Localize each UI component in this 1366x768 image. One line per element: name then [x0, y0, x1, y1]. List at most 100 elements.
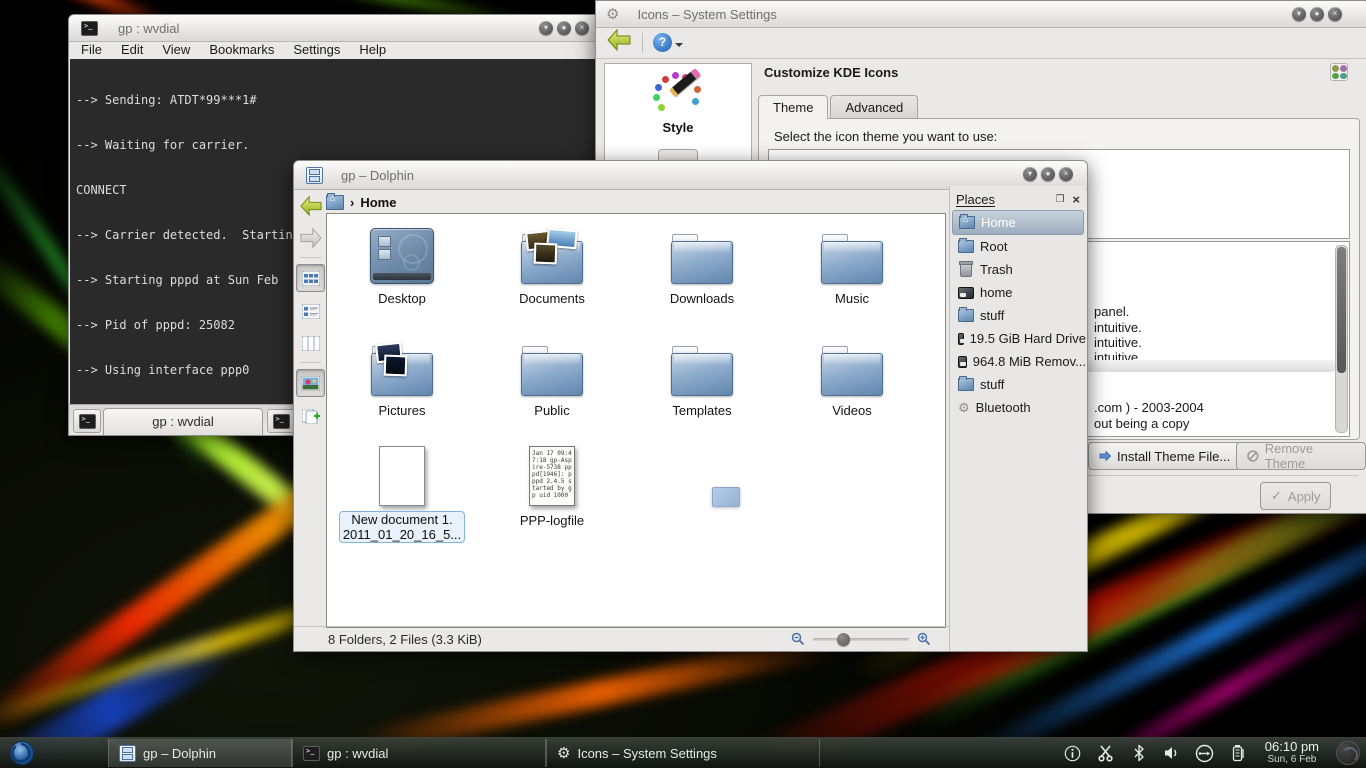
remove-theme-button[interactable]: Remove Theme: [1236, 442, 1366, 470]
tab-advanced[interactable]: Advanced: [830, 95, 918, 119]
folder-icon: [958, 240, 974, 253]
style-icon: [652, 74, 704, 118]
place-hard-drive[interactable]: 19.5 GiB Hard Drive: [950, 327, 1086, 350]
description-scrollbar[interactable]: [1335, 245, 1348, 433]
minimize-button[interactable]: ▾: [539, 21, 553, 35]
crumb-separator: ›: [350, 195, 354, 210]
minimize-button[interactable]: ▾: [1023, 167, 1037, 181]
float-panel-icon[interactable]: ❐: [1055, 194, 1064, 205]
place-trash[interactable]: Trash: [950, 258, 1086, 281]
info-icon[interactable]: [1063, 743, 1083, 763]
bluetooth-icon[interactable]: [1129, 743, 1149, 763]
back-button[interactable]: [297, 193, 324, 219]
tab-theme[interactable]: Theme: [758, 95, 828, 119]
task-wvdial[interactable]: gp : wvdial: [292, 739, 546, 767]
menu-settings[interactable]: Settings: [293, 42, 340, 57]
description-fragment: intuitive.: [1094, 320, 1142, 335]
zoom-out-icon[interactable]: [791, 632, 805, 646]
zoom-slider-handle[interactable]: [837, 633, 850, 646]
file-item-videos[interactable]: Videos: [777, 334, 927, 418]
zoom-in-icon[interactable]: [917, 632, 931, 646]
menu-file[interactable]: File: [81, 42, 102, 57]
file-item-pictures[interactable]: Pictures: [327, 334, 477, 418]
file-item-new-document[interactable]: New document 1. 2011_01_20_16_5...: [327, 436, 477, 544]
split-view-button[interactable]: [297, 403, 324, 429]
check-icon: ✓: [1271, 488, 1282, 504]
dolphin-window-title: gp – Dolphin: [341, 168, 414, 183]
dolphin-icon: [306, 167, 323, 184]
volume-icon[interactable]: [1162, 743, 1182, 763]
settings-titlebar[interactable]: ⚙ Icons – System Settings ▾ ● ×: [596, 1, 1366, 28]
maximize-button[interactable]: ●: [1310, 7, 1324, 21]
panel-cashew-icon[interactable]: [1336, 741, 1360, 765]
columns-view-button[interactable]: [297, 330, 324, 356]
clock[interactable]: 06:10 pm Sun, 6 Feb: [1265, 740, 1319, 766]
close-button[interactable]: ×: [1059, 167, 1073, 181]
place-home-drive[interactable]: home: [950, 281, 1086, 304]
file-item-music[interactable]: Music: [777, 222, 927, 306]
file-item-downloads[interactable]: Downloads: [627, 222, 777, 306]
settings-toolbar: ?: [596, 27, 1366, 59]
task-dolphin[interactable]: gp – Dolphin: [108, 739, 292, 767]
place-stuff-2[interactable]: stuff: [950, 373, 1086, 396]
file-item-ppp-logfile[interactable]: Jan 17 09:47:18 gp-Aspire-5738 pppd[1946…: [477, 436, 627, 528]
device-notifier-icon[interactable]: [1195, 743, 1215, 763]
place-bluetooth[interactable]: ⚙Bluetooth: [950, 396, 1086, 419]
task-system-settings[interactable]: ⚙ Icons – System Settings: [546, 739, 820, 767]
menu-bookmarks[interactable]: Bookmarks: [209, 42, 274, 57]
install-theme-button[interactable]: Install Theme File...: [1088, 442, 1241, 470]
dolphin-icon: [119, 745, 136, 762]
place-removable[interactable]: 964.8 MiB Remov...: [950, 350, 1086, 373]
details-view-button[interactable]: [297, 298, 324, 324]
zoom-slider[interactable]: [813, 638, 909, 641]
terminal-icon: [79, 414, 96, 429]
file-item-templates[interactable]: Templates: [627, 334, 777, 418]
preview-toggle-button[interactable]: [296, 369, 325, 397]
tab-list-button[interactable]: [267, 409, 295, 433]
dolphin-file-view[interactable]: Desktop Documents Downloads Music Pictur…: [326, 213, 946, 628]
module-heading: Customize KDE Icons: [764, 65, 898, 80]
columns-view-icon: [302, 336, 320, 351]
maximize-button[interactable]: ●: [1041, 167, 1055, 181]
file-item-desktop[interactable]: Desktop: [327, 222, 477, 306]
details-view-icon: [302, 304, 320, 319]
konsole-tab[interactable]: gp : wvdial: [103, 408, 263, 435]
menu-edit[interactable]: Edit: [121, 42, 143, 57]
close-panel-icon[interactable]: ×: [1072, 192, 1080, 207]
description-fragment: .com ) - 2003-2004: [1094, 400, 1204, 415]
klipper-scissors-icon[interactable]: [1096, 743, 1116, 763]
home-folder-icon[interactable]: [326, 195, 344, 210]
close-button[interactable]: ×: [575, 21, 589, 35]
scrollbar-thumb[interactable]: [1337, 247, 1346, 373]
menu-help[interactable]: Help: [359, 42, 386, 57]
new-tab-button[interactable]: [73, 409, 101, 433]
breadcrumb-home[interactable]: Home: [360, 195, 396, 210]
maximize-button[interactable]: ●: [557, 21, 571, 35]
apply-button[interactable]: ✓ Apply: [1260, 482, 1331, 510]
close-button[interactable]: ×: [1328, 7, 1342, 21]
icons-view-button[interactable]: [296, 264, 325, 292]
help-button[interactable]: ?: [653, 33, 683, 52]
forward-button[interactable]: [297, 225, 324, 251]
settings-window-title: Icons – System Settings: [637, 7, 776, 22]
place-home[interactable]: Home: [952, 210, 1084, 235]
description-fragment: panel.: [1094, 304, 1129, 319]
minimize-button[interactable]: ▾: [1292, 7, 1306, 21]
selected-file-label: New document 1. 2011_01_20_16_5...: [339, 511, 465, 543]
place-stuff[interactable]: stuff: [950, 304, 1086, 327]
file-item-public[interactable]: Public: [477, 334, 627, 418]
back-button[interactable]: [606, 28, 632, 57]
menu-view[interactable]: View: [162, 42, 190, 57]
places-title: Places: [956, 192, 995, 207]
split-icon: [302, 409, 320, 424]
sidebar-item-style[interactable]: Style: [605, 74, 751, 135]
file-item-documents[interactable]: Documents: [477, 222, 627, 306]
konsole-titlebar[interactable]: gp : wvdial ▾ ● ×: [69, 15, 601, 42]
settings-tabstrip: Theme Advanced: [758, 95, 920, 119]
drive-icon: [958, 287, 974, 299]
konsole-menubar: File Edit View Bookmarks Settings Help: [69, 41, 601, 58]
app-launcher-button[interactable]: [0, 738, 44, 768]
gear-icon: ⚙: [606, 7, 619, 22]
battery-icon[interactable]: [1228, 743, 1248, 763]
place-root[interactable]: Root: [950, 235, 1086, 258]
